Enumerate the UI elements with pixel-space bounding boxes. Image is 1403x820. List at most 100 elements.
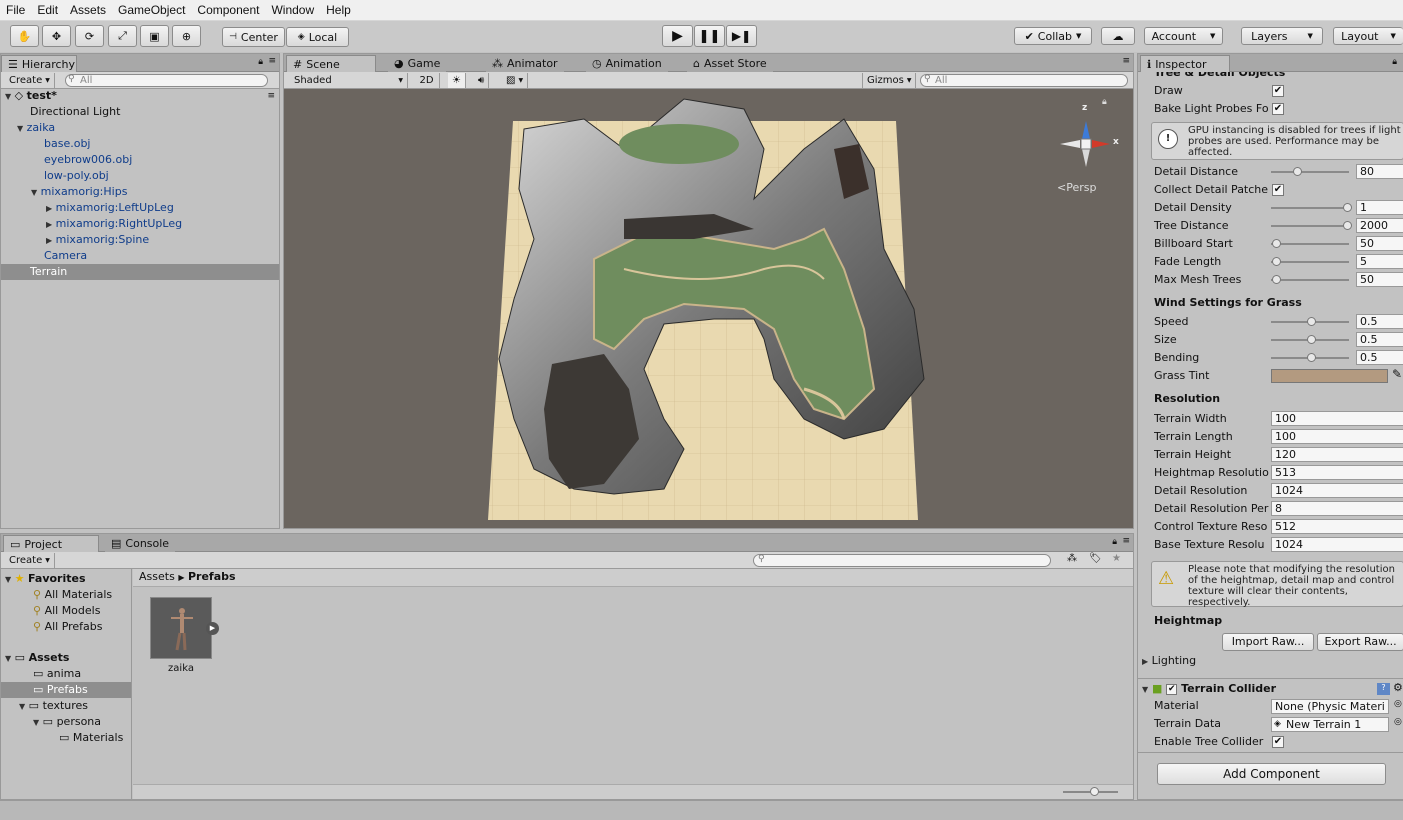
create-dropdown[interactable]: Create ▼ <box>5 73 55 88</box>
menu-gameobject[interactable]: GameObject <box>112 0 191 17</box>
favorite-item[interactable]: ⚲ All Materials <box>1 587 131 603</box>
hierarchy-item[interactable]: ▶ mixamorig:RightUpLeg <box>1 216 279 232</box>
tab-animation[interactable]: ◷ Animation <box>586 55 668 72</box>
move-tool-button[interactable]: ✥ <box>42 25 71 47</box>
bake-checkbox[interactable]: ✔ <box>1272 103 1284 115</box>
folder-item[interactable]: ▼ ▭ persona <box>1 714 131 730</box>
hierarchy-item[interactable]: ▶ mixamorig:Spine <box>1 232 279 248</box>
slider-value-field[interactable]: 80 <box>1356 164 1403 179</box>
menu-help[interactable]: Help <box>320 0 357 17</box>
slider-knob[interactable] <box>1343 203 1352 212</box>
slider-knob[interactable] <box>1307 317 1316 326</box>
menu-assets[interactable]: Assets <box>64 0 112 17</box>
project-search[interactable] <box>753 554 1051 567</box>
orientation-gizmo[interactable]: z x 🔒︎ <box>1048 97 1124 177</box>
slider-track[interactable] <box>1271 225 1349 227</box>
collapse-icon[interactable]: ▶ <box>46 236 52 245</box>
slider-knob[interactable] <box>1272 257 1281 266</box>
lighting-toggle[interactable]: ☀ <box>448 73 466 88</box>
favorites-header[interactable]: ▼ ★ Favorites <box>1 571 131 587</box>
hierarchy-item[interactable]: ▼ zaika <box>1 120 279 136</box>
slider-value-field[interactable]: 0.5 <box>1356 350 1403 365</box>
asset-label[interactable]: zaika <box>150 663 212 674</box>
slider-value-field[interactable]: 1 <box>1356 200 1403 215</box>
create-dropdown[interactable]: Create ▼ <box>5 553 55 568</box>
resolution-value-field[interactable]: 1024 <box>1271 483 1403 498</box>
hand-tool-button[interactable]: ✋ <box>10 25 39 47</box>
slider-value-field[interactable]: 0.5 <box>1356 332 1403 347</box>
resolution-value-field[interactable]: 512 <box>1271 519 1403 534</box>
effects-dropdown[interactable]: ▨ ▼ <box>502 73 529 88</box>
space-local-button[interactable]: ◈ Local <box>286 27 349 47</box>
material-field[interactable]: None (Physic Materi <box>1271 699 1389 714</box>
expand-icon[interactable]: ▼ <box>19 702 25 711</box>
collect-detail-checkbox[interactable]: ✔ <box>1272 184 1284 196</box>
add-component-button[interactable]: Add Component <box>1157 763 1386 785</box>
slider-value-field[interactable]: 50 <box>1356 236 1403 251</box>
tab-animator[interactable]: ⁂ Animator <box>486 55 564 72</box>
collapse-icon[interactable]: ▶ <box>1142 657 1148 666</box>
panel-menu-icon[interactable]: ≡ <box>1122 536 1130 546</box>
assets-header[interactable]: ▼ ▭ Assets <box>1 650 131 666</box>
tab-project[interactable]: ▭ Project <box>3 535 99 552</box>
favorite-item[interactable]: ⚲ All Models <box>1 603 131 619</box>
layout-dropdown[interactable]: Layout ▼ <box>1333 27 1403 45</box>
expand-icon[interactable]: ▼ <box>31 188 37 197</box>
resolution-value-field[interactable]: 1024 <box>1271 537 1403 552</box>
label-icon[interactable]: 🏷︎ <box>1089 553 1102 564</box>
account-dropdown[interactable]: Account ▼ <box>1144 27 1223 45</box>
slider-value-field[interactable]: 0.5 <box>1356 314 1403 329</box>
collider-enabled-checkbox[interactable]: ✔ <box>1166 683 1178 695</box>
scene-menu-icon[interactable]: ≡ <box>267 88 275 104</box>
tab-game[interactable]: ◕ Game <box>388 55 447 72</box>
menu-component[interactable]: Component <box>191 0 265 17</box>
panel-menu-icon[interactable]: ≡ <box>268 56 276 66</box>
folder-item-selected[interactable]: ▭ Prefabs <box>1 682 131 698</box>
menu-window[interactable]: Window <box>265 0 320 17</box>
lock-icon[interactable]: 🔒︎ <box>1392 57 1397 67</box>
projection-label[interactable]: <Persp <box>1057 181 1096 194</box>
lighting-foldout[interactable]: ▶ Lighting <box>1142 652 1196 670</box>
star-icon[interactable]: ★ <box>1112 553 1121 564</box>
scene-root-row[interactable]: ▼ ◇ test* ≡ <box>1 88 279 104</box>
lock-icon[interactable]: 🔒︎ <box>258 57 263 67</box>
scene-viewport[interactable]: z x 🔒︎ <Persp <box>284 89 1133 528</box>
collapse-icon[interactable]: ▶ <box>46 220 52 229</box>
transform-tool-button[interactable]: ⊕ <box>172 25 201 47</box>
slider-track[interactable] <box>1271 171 1349 173</box>
hierarchy-item[interactable]: eyebrow006.obj <box>1 152 279 168</box>
slider-knob[interactable] <box>1307 353 1316 362</box>
shading-dropdown[interactable]: Shaded ▼ <box>290 73 408 88</box>
slider-track[interactable] <box>1271 243 1349 245</box>
draw-checkbox[interactable]: ✔ <box>1272 85 1284 97</box>
resolution-value-field[interactable]: 100 <box>1271 429 1403 444</box>
terrain-data-field[interactable]: ◈ New Terrain 1 <box>1271 717 1389 732</box>
cloud-button[interactable]: ☁ <box>1101 27 1135 45</box>
2d-toggle[interactable]: 2D <box>414 73 440 88</box>
object-picker-icon[interactable]: ◎ <box>1394 717 1402 727</box>
expand-icon[interactable]: ▼ <box>1142 685 1148 694</box>
menu-edit[interactable]: Edit <box>31 0 64 17</box>
expand-icon[interactable]: ▼ <box>33 718 39 727</box>
tab-scene[interactable]: # Scene <box>286 55 376 72</box>
scene-search[interactable]: All <box>920 74 1128 87</box>
pivot-center-button[interactable]: ⊣ Center <box>222 27 285 47</box>
hierarchy-item-selected[interactable]: Terrain <box>1 264 279 280</box>
slider-value-field[interactable]: 50 <box>1356 272 1403 287</box>
expand-icon[interactable]: ▼ <box>5 575 11 584</box>
slider-knob[interactable] <box>1293 167 1302 176</box>
gizmos-dropdown[interactable]: Gizmos ▼ <box>862 73 917 88</box>
lock-icon[interactable]: 🔒︎ <box>1102 97 1107 107</box>
resolution-value-field[interactable]: 8 <box>1271 501 1403 516</box>
lock-icon[interactable]: 🔒︎ <box>1112 537 1117 547</box>
prefab-thumbnail[interactable] <box>150 597 212 659</box>
breadcrumb-root[interactable]: Assets <box>139 570 175 583</box>
slider-track[interactable] <box>1271 207 1349 209</box>
slider-value-field[interactable]: 2000 <box>1356 218 1403 233</box>
help-book-icon[interactable]: ? <box>1377 683 1390 695</box>
slider-knob[interactable] <box>1272 239 1281 248</box>
slider-knob[interactable] <box>1343 221 1352 230</box>
expand-icon[interactable]: ▼ <box>5 654 11 663</box>
grass-tint-color-field[interactable] <box>1271 369 1388 383</box>
resolution-value-field[interactable]: 120 <box>1271 447 1403 462</box>
